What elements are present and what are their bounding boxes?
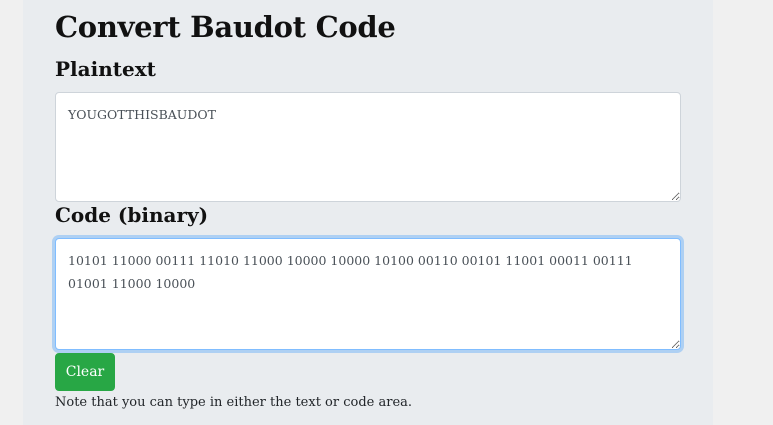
clear-button[interactable]: Clear	[55, 353, 115, 391]
code-input[interactable]	[55, 238, 681, 350]
code-label: Code (binary)	[55, 203, 209, 227]
converter-panel: Convert Baudot Code Plaintext Code (bina…	[23, 0, 713, 425]
plaintext-label: Plaintext	[55, 57, 156, 81]
plaintext-input[interactable]	[55, 92, 681, 202]
page-title: Convert Baudot Code	[55, 10, 396, 44]
help-note: Note that you can type in either the tex…	[55, 395, 413, 410]
